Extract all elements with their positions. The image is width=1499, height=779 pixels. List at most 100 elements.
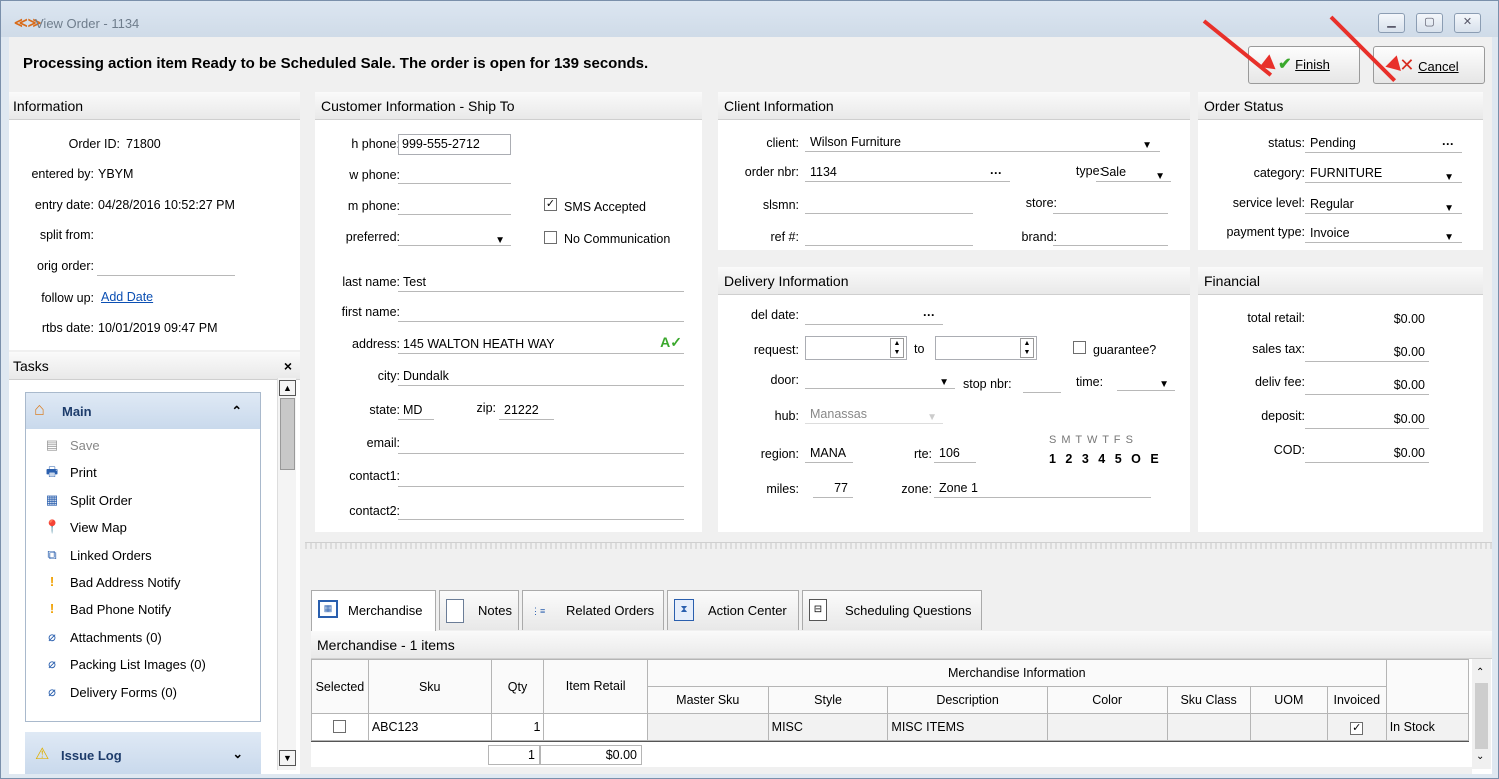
task-item[interactable]: Packing List Images (0) bbox=[70, 657, 206, 672]
col-color[interactable]: Color bbox=[1046, 686, 1168, 714]
sms-accepted-checkbox[interactable]: ✓ bbox=[544, 198, 557, 211]
del-date-input[interactable]: … bbox=[805, 304, 943, 325]
type-select[interactable]: Sale ▼ bbox=[1096, 164, 1171, 182]
stop-nbr-input[interactable] bbox=[1023, 375, 1061, 393]
home-icon: ⌂ bbox=[34, 399, 45, 419]
col-selected[interactable]: Selected bbox=[311, 659, 369, 714]
h-phone-label: h phone: bbox=[351, 137, 400, 151]
scroll-up-icon[interactable]: ▲ bbox=[279, 380, 296, 396]
w-phone-input[interactable] bbox=[398, 166, 511, 184]
tab-action-center[interactable]: ⧗ Action Center bbox=[667, 590, 799, 630]
tab-notes[interactable]: Notes bbox=[439, 590, 519, 630]
state-input[interactable]: MD bbox=[398, 402, 434, 420]
state-label: state: bbox=[369, 403, 400, 417]
col-item-retail[interactable]: Item Retail bbox=[543, 659, 648, 714]
guarantee-checkbox[interactable] bbox=[1073, 341, 1086, 354]
col-qty[interactable]: Qty bbox=[490, 659, 545, 714]
scroll-down-icon[interactable]: ⌄ bbox=[1476, 751, 1484, 762]
col-sku[interactable]: Sku bbox=[367, 659, 492, 714]
zip-input[interactable]: 21222 bbox=[499, 402, 554, 420]
close-window-button[interactable]: ✕ bbox=[1454, 13, 1481, 33]
date-picker-icon[interactable]: … bbox=[923, 304, 936, 321]
grid-horizontal-scrollbar[interactable] bbox=[311, 767, 1472, 774]
contact2-input[interactable] bbox=[398, 502, 684, 520]
slsmn-input[interactable] bbox=[805, 196, 973, 214]
scrollbar-thumb[interactable] bbox=[280, 398, 295, 470]
zone-input[interactable]: Zone 1 bbox=[934, 480, 1151, 498]
save-icon: ▤ bbox=[45, 437, 59, 452]
task-item[interactable]: Bad Phone Notify bbox=[70, 602, 171, 617]
task-item[interactable]: Save bbox=[70, 438, 100, 453]
grid-vertical-scrollbar[interactable]: ⌃ ⌄ bbox=[1472, 659, 1491, 769]
scroll-down-icon[interactable]: ▼ bbox=[279, 750, 296, 766]
delivery-info-header: Delivery Information bbox=[718, 267, 1190, 295]
minimize-button[interactable]: ▁ bbox=[1378, 13, 1405, 33]
category-select[interactable]: FURNITURE ▼ bbox=[1305, 165, 1462, 183]
h-phone-input[interactable]: 999-555-2712 bbox=[398, 134, 511, 155]
cod-input[interactable]: $0.00 bbox=[1305, 445, 1429, 463]
address-input[interactable]: 145 WALTON HEATH WAY A✓ bbox=[398, 334, 684, 354]
last-name-input[interactable]: Test bbox=[398, 274, 684, 292]
request-to-input[interactable]: ▲ ▼ bbox=[935, 336, 1037, 360]
service-level-select[interactable]: Regular ▼ bbox=[1305, 196, 1462, 214]
city-input[interactable]: Dundalk bbox=[398, 368, 684, 386]
tasks-panel: Tasks × ⌂ Main ⌃ ▤ Save 🖶 Print ▦ Split Order 📍… bbox=[9, 352, 300, 774]
no-communication-checkbox[interactable] bbox=[544, 231, 557, 244]
deposit-input[interactable]: $0.00 bbox=[1305, 411, 1429, 429]
payment-type-select[interactable]: Invoice ▼ bbox=[1305, 225, 1462, 243]
sales-tax-input[interactable]: $0.00 bbox=[1305, 344, 1429, 362]
time-select[interactable]: ▼ bbox=[1117, 373, 1175, 391]
spinner-icon[interactable]: ▲ ▼ bbox=[1020, 338, 1034, 358]
task-item[interactable]: Linked Orders bbox=[70, 548, 152, 563]
col-style[interactable]: Style bbox=[767, 686, 889, 714]
store-input[interactable] bbox=[1053, 196, 1168, 214]
contact1-input[interactable] bbox=[398, 469, 684, 487]
task-item[interactable]: View Map bbox=[70, 520, 127, 535]
ref-input[interactable] bbox=[805, 228, 973, 246]
spinner-icon[interactable]: ▲ ▼ bbox=[890, 338, 904, 358]
brand-input[interactable] bbox=[1053, 228, 1168, 246]
task-item[interactable]: Bad Address Notify bbox=[70, 575, 181, 590]
col-uom[interactable]: UOM bbox=[1249, 686, 1328, 714]
row-selected-checkbox[interactable] bbox=[333, 720, 346, 733]
preferred-select[interactable]: ▼ bbox=[398, 228, 511, 246]
task-item[interactable]: Split Order bbox=[70, 493, 132, 508]
splitter-grip[interactable] bbox=[305, 543, 1492, 549]
task-item[interactable]: Delivery Forms (0) bbox=[70, 685, 177, 700]
order-nbr-input[interactable]: 1134… bbox=[805, 162, 1010, 182]
tasks-scrollbar[interactable]: ▲ ▼ bbox=[277, 378, 296, 770]
orig-order-field[interactable] bbox=[97, 258, 235, 276]
add-date-link[interactable]: Add Date bbox=[101, 290, 153, 304]
task-item[interactable]: Attachments (0) bbox=[70, 630, 162, 645]
col-description[interactable]: Description bbox=[887, 686, 1048, 714]
deliv-fee-input[interactable]: $0.00 bbox=[1305, 377, 1429, 395]
collapse-icon[interactable]: ⌃ bbox=[232, 403, 242, 418]
task-item[interactable]: Print bbox=[70, 465, 97, 480]
scroll-up-icon[interactable]: ⌃ bbox=[1476, 667, 1484, 678]
tab-merchandise[interactable]: ▦ Merchandise bbox=[311, 590, 436, 632]
m-phone-input[interactable] bbox=[398, 197, 511, 215]
maximize-button[interactable]: ▢ bbox=[1416, 13, 1443, 33]
main-group-header[interactable]: ⌂ Main ⌃ bbox=[26, 393, 260, 429]
table-row[interactable]: ABC123 1 MISC MISC ITEMS ✓ In Stock bbox=[311, 713, 1470, 741]
close-tasks-icon[interactable]: × bbox=[284, 352, 292, 380]
order-lookup-icon[interactable]: … bbox=[990, 162, 1003, 179]
region-input[interactable]: MANA bbox=[805, 445, 853, 463]
first-name-input[interactable] bbox=[398, 304, 684, 322]
issue-log-group-header[interactable]: ⚠ Issue Log ⌄ bbox=[25, 732, 261, 774]
status-lookup-icon[interactable]: … bbox=[1442, 133, 1455, 150]
expand-icon[interactable]: ⌄ bbox=[233, 746, 243, 761]
status-input[interactable]: Pending… bbox=[1305, 133, 1462, 153]
tab-scheduling-questions[interactable]: ⊟ Scheduling Questions bbox=[802, 590, 982, 630]
col-invoiced[interactable]: Invoiced bbox=[1326, 686, 1387, 714]
rte-input[interactable]: 106 bbox=[934, 445, 976, 463]
tab-related-orders[interactable]: ⋮≡ Related Orders bbox=[522, 590, 664, 630]
client-select[interactable]: Wilson Furniture ▼ bbox=[805, 134, 1160, 152]
col-sku-class[interactable]: Sku Class bbox=[1166, 686, 1251, 714]
col-master-sku[interactable]: Master Sku bbox=[646, 686, 769, 714]
request-from-input[interactable]: ▲ ▼ bbox=[805, 336, 907, 360]
scrollbar-thumb[interactable] bbox=[1475, 683, 1488, 749]
miles-input[interactable]: 77 bbox=[813, 480, 853, 498]
email-input[interactable] bbox=[398, 436, 684, 454]
door-select[interactable]: ▼ bbox=[805, 371, 955, 389]
